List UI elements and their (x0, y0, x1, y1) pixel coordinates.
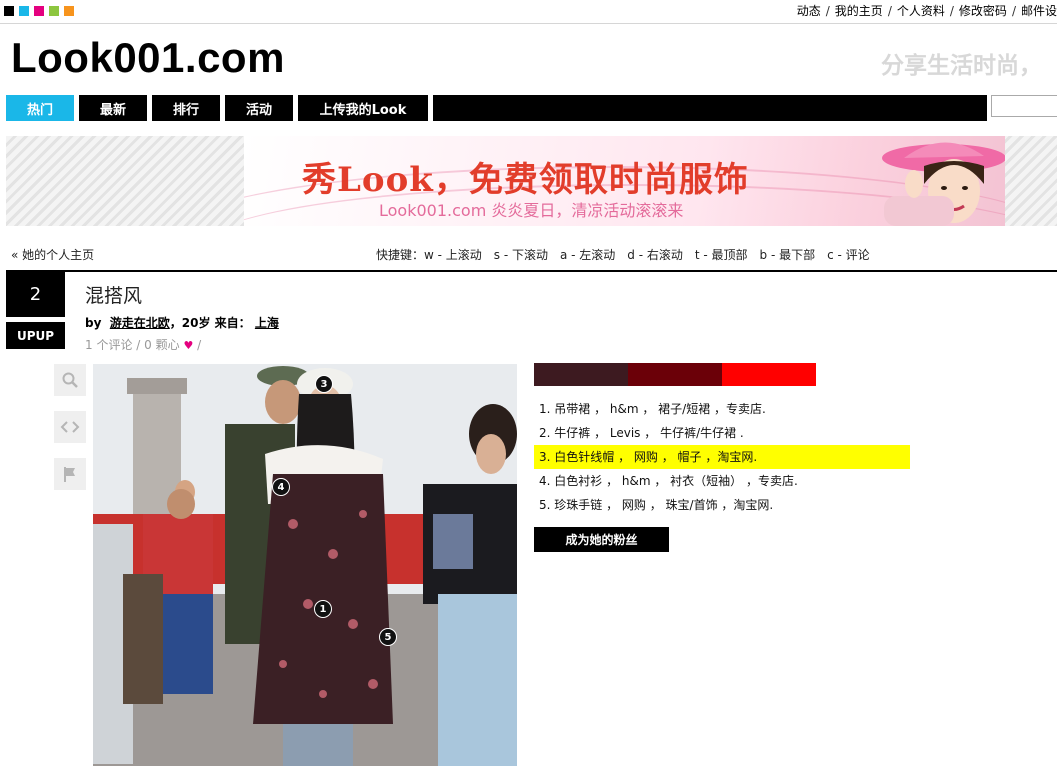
color-swatch (534, 363, 628, 386)
author-link[interactable]: 游走在北欧 (110, 316, 170, 330)
promo-banner[interactable]: 秀Look，免费领取时尚服饰 Look001.com 炎炎夏日，清凉活动滚滚来 (244, 136, 1005, 226)
top-link-mail-settings[interactable]: 邮件设 (1021, 4, 1057, 18)
nav-events[interactable]: 活动 (225, 95, 293, 121)
report-tool[interactable] (54, 458, 86, 490)
share-code-icon (60, 421, 80, 433)
tag-marker-4[interactable]: 4 (272, 478, 290, 496)
top-link-feed[interactable]: 动态 (797, 4, 821, 18)
clothing-item[interactable]: 5. 珍珠手链 ， 网购 ， 珠宝/首饰 ，淘宝网. (534, 493, 910, 517)
post-title: 混搭风 (85, 285, 143, 307)
banner-model-image (882, 142, 1005, 226)
heart-icon[interactable]: ♥ (183, 339, 193, 352)
byline: by 游走在北欧，20岁 来自： 上海 (85, 314, 279, 331)
look-photo[interactable]: 1 3 4 5 (93, 364, 517, 766)
search-icon (62, 372, 78, 388)
color-square (49, 6, 59, 16)
color-swatch (628, 363, 722, 386)
street-photo-illustration (93, 364, 517, 766)
location-link[interactable]: 上海 (255, 316, 279, 330)
tag-marker-3[interactable]: 3 (315, 375, 333, 393)
color-square (4, 6, 14, 16)
back-to-profile-link[interactable]: « 她的个人主页 (11, 246, 94, 263)
banner-subtitle: Look001.com 炎炎夏日，清凉活动滚滚来 (379, 201, 684, 220)
upup-button[interactable]: UPUP (6, 322, 65, 349)
nav-latest[interactable]: 最新 (79, 95, 147, 121)
clothing-item[interactable]: 2. 牛仔裤 ， Levis ， 牛仔裤/牛仔裙 . (534, 421, 910, 445)
heart-count: 0 颗心 (144, 338, 180, 352)
top-links: 动态 / 我的主页 / 个人资料 / 修改密码 / 邮件设 (796, 4, 1057, 18)
search-input[interactable] (991, 95, 1057, 117)
nav-ranking[interactable]: 排行 (152, 95, 220, 121)
embed-tool[interactable] (54, 411, 86, 443)
zoom-tool[interactable] (54, 364, 86, 396)
top-bar: 动态 / 我的主页 / 个人资料 / 修改密码 / 邮件设 (0, 0, 1057, 24)
color-swatch (722, 363, 816, 386)
by-label: by (85, 316, 102, 330)
meta-separator: / (136, 338, 141, 352)
nav-bar-fill (433, 95, 987, 121)
flag-icon (64, 467, 75, 482)
clothing-item-list: 1. 吊带裙 ， h&m ， 裙子/短裙 ，专卖店. 2. 牛仔裤 ， Levi… (534, 397, 910, 517)
post-meta: 1 个评论 / 0 颗心 ♥ / (85, 336, 201, 353)
banner-title: 秀Look，免费领取时尚服饰 (302, 160, 749, 200)
color-square (34, 6, 44, 16)
comment-count-link[interactable]: 1 个评论 (85, 338, 132, 352)
divider (6, 270, 1057, 272)
top-link-change-password[interactable]: 修改密码 (959, 4, 1007, 18)
become-fan-button[interactable]: 成为她的粉丝 (534, 527, 669, 552)
rank-badge: 2 (6, 272, 65, 317)
clothing-item[interactable]: 4. 白色衬衫 ， h&m ， 衬衣（短袖） ，专卖店. (534, 469, 910, 493)
site-logo[interactable]: Look001.com (11, 34, 285, 82)
meta-separator: / (197, 338, 202, 352)
clothing-item[interactable]: 1. 吊带裙 ， h&m ， 裙子/短裙 ，专卖店. (534, 397, 910, 421)
color-square (19, 6, 29, 16)
author-age-from: ，20岁 来自： (169, 316, 251, 330)
nav-hot[interactable]: 热门 (6, 95, 74, 121)
site-slogan: 分享生活时尚， (881, 53, 1042, 79)
keyboard-shortcuts: 快捷键：w - 上滚动 s - 下滚动 a - 左滚动 d - 右滚动 t - … (376, 248, 870, 262)
color-square (64, 6, 74, 16)
clothing-item-highlighted[interactable]: 3. 白色针线帽 ， 网购 ， 帽子 ，淘宝网. (534, 445, 910, 469)
top-link-my-home[interactable]: 我的主页 (835, 4, 883, 18)
tag-marker-1[interactable]: 1 (314, 600, 332, 618)
top-link-profile[interactable]: 个人资料 (897, 4, 945, 18)
nav-upload-look[interactable]: 上传我的Look (298, 95, 428, 121)
tag-marker-5[interactable]: 5 (379, 628, 397, 646)
